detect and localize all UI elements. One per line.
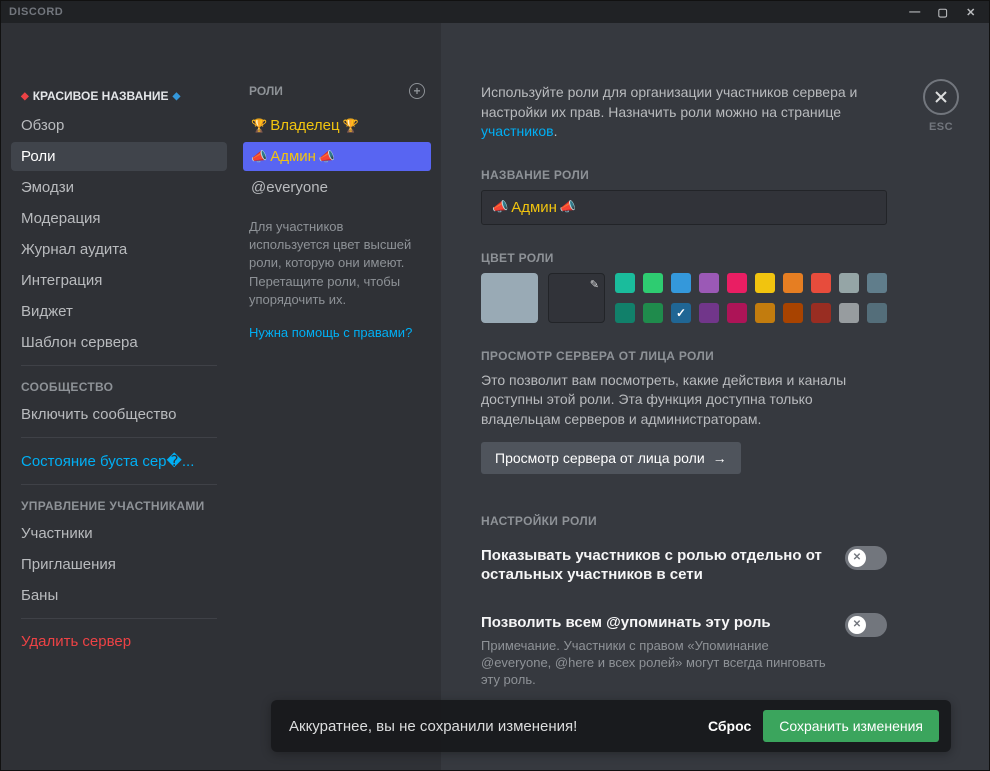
color-swatch[interactable] [727, 303, 747, 323]
role-name-input[interactable]: 📣 Админ 📣 [481, 190, 887, 225]
sidebar-item-emoji[interactable]: Эмодзи [11, 173, 227, 202]
color-swatch[interactable] [839, 303, 859, 323]
setting-hoist-toggle[interactable] [845, 546, 887, 570]
add-role-icon[interactable]: + [409, 83, 425, 99]
view-as-role-button[interactable]: Просмотр сервера от лица роли → [481, 442, 741, 474]
sidebar-item-roles[interactable]: Роли [11, 142, 227, 171]
server-name-header: ◆ КРАСИВОЕ НАЗВАНИЕ ◆ [11, 83, 227, 111]
color-swatch[interactable] [643, 303, 663, 323]
sidebar-item-boost-status[interactable]: Состояние буста сер�... [11, 446, 227, 476]
megaphone-icon: 📣 [560, 199, 576, 215]
color-swatch[interactable] [727, 273, 747, 293]
sidebar-item-audit-log[interactable]: Журнал аудита [11, 235, 227, 264]
community-header: СООБЩЕСТВО [11, 374, 227, 400]
setting-mentionable-note: Примечание. Участники с правом «Упоминан… [481, 638, 833, 689]
roles-intro-text: Используйте роли для организации участни… [481, 83, 949, 142]
setting-hoist-row: Показывать участников с ролью отдельно о… [481, 546, 887, 585]
color-swatches-grid [615, 273, 887, 323]
role-settings-panel: ESC Используйте роли для организации уча… [441, 23, 989, 770]
sidebar-item-moderation[interactable]: Модерация [11, 204, 227, 233]
color-swatch[interactable] [615, 273, 635, 293]
color-custom-picker[interactable]: ✎ [548, 273, 605, 323]
diamond-icon: ◆ [173, 91, 181, 102]
sidebar-item-delete-server[interactable]: Удалить сервер [11, 627, 227, 656]
divider [21, 618, 217, 619]
sidebar-item-integrations[interactable]: Интеграция [11, 266, 227, 295]
color-swatch[interactable] [867, 273, 887, 293]
members-header: УПРАВЛЕНИЕ УЧАСТНИКАМИ [11, 493, 227, 519]
roles-reorder-note: Для участников используется цвет высшей … [243, 218, 431, 309]
megaphone-icon: 📣 [492, 199, 508, 215]
color-swatch[interactable] [755, 303, 775, 323]
color-swatch[interactable] [699, 273, 719, 293]
megaphone-icon: 📣 [251, 149, 267, 165]
setting-mentionable-toggle[interactable] [845, 613, 887, 637]
role-item-everyone[interactable]: @everyone [243, 173, 431, 202]
color-swatch[interactable] [783, 303, 803, 323]
setting-hoist-label: Показывать участников с ролью отдельно о… [481, 546, 845, 585]
sidebar-item-invites[interactable]: Приглашения [11, 550, 227, 579]
minimize-button[interactable]: — [901, 1, 929, 23]
trophy-icon: 🏆 [251, 118, 267, 134]
window-controls: — ▢ ✕ [901, 1, 985, 23]
roles-list-column: РОЛИ + 🏆 Владелец 🏆 📣 Админ 📣 @everyone … [233, 23, 441, 770]
color-swatch[interactable] [867, 303, 887, 323]
diamond-icon: ◆ [21, 91, 29, 102]
color-swatch[interactable] [839, 273, 859, 293]
role-settings-header: НАСТРОЙКИ РОЛИ [481, 514, 949, 528]
sidebar-item-overview[interactable]: Обзор [11, 111, 227, 140]
arrow-right-icon: → [713, 450, 727, 466]
save-changes-button[interactable]: Сохранить изменения [763, 710, 939, 742]
content: ◆ КРАСИВОЕ НАЗВАНИЕ ◆ Обзор Роли Эмодзи … [1, 23, 989, 770]
sidebar-item-enable-community[interactable]: Включить сообщество [11, 400, 227, 429]
role-item-admin[interactable]: 📣 Админ 📣 [243, 142, 431, 171]
color-swatch[interactable] [615, 303, 635, 323]
color-swatch[interactable] [783, 273, 803, 293]
divider [21, 484, 217, 485]
divider [21, 437, 217, 438]
close-window-button[interactable]: ✕ [957, 1, 985, 23]
color-swatch[interactable] [811, 273, 831, 293]
color-swatch[interactable] [671, 303, 691, 323]
members-link[interactable]: участников [481, 123, 554, 139]
pencil-icon: ✎ [590, 278, 599, 291]
color-swatch[interactable] [755, 273, 775, 293]
sidebar-item-members[interactable]: Участники [11, 519, 227, 548]
role-name-label: НАЗВАНИЕ РОЛИ [481, 168, 949, 182]
role-color-picker: ✎ [481, 273, 887, 323]
maximize-button[interactable]: ▢ [929, 1, 957, 23]
sidebar-item-widget[interactable]: Виджет [11, 297, 227, 326]
roles-help-link[interactable]: Нужна помощь с правами? [243, 325, 431, 340]
titlebar: DISCORD — ▢ ✕ [1, 1, 989, 23]
settings-sidebar: ◆ КРАСИВОЕ НАЗВАНИЕ ◆ Обзор Роли Эмодзи … [1, 23, 233, 770]
role-color-label: ЦВЕТ РОЛИ [481, 251, 949, 265]
unsaved-changes-bar: Аккуратнее, вы не сохранили изменения! С… [271, 700, 951, 752]
sidebar-item-bans[interactable]: Баны [11, 581, 227, 610]
setting-mentionable-label: Позволить всем @упоминать эту роль Приме… [481, 613, 845, 689]
view-as-role-label: ПРОСМОТР СЕРВЕРА ОТ ЛИЦА РОЛИ [481, 349, 949, 363]
app-window: DISCORD — ▢ ✕ ◆ КРАСИВОЕ НАЗВАНИЕ ◆ Обзо… [0, 0, 990, 771]
color-swatch[interactable] [699, 303, 719, 323]
unsaved-message: Аккуратнее, вы не сохранили изменения! [289, 718, 577, 735]
megaphone-icon: 📣 [319, 149, 335, 165]
reset-button[interactable]: Сброс [708, 718, 751, 734]
close-settings-button[interactable]: ESC [923, 79, 959, 133]
app-name: DISCORD [9, 6, 63, 18]
sidebar-item-template[interactable]: Шаблон сервера [11, 328, 227, 357]
setting-mentionable-row: Позволить всем @упоминать эту роль Приме… [481, 613, 887, 689]
color-swatch[interactable] [643, 273, 663, 293]
close-icon [923, 79, 959, 115]
role-item-owner[interactable]: 🏆 Владелец 🏆 [243, 111, 431, 140]
color-swatch[interactable] [811, 303, 831, 323]
trophy-icon: 🏆 [343, 118, 359, 134]
color-preview-swatch[interactable] [481, 273, 538, 323]
divider [21, 365, 217, 366]
view-as-role-desc: Это позволит вам посмотреть, какие дейст… [481, 371, 887, 430]
color-swatch[interactable] [671, 273, 691, 293]
roles-list-header: РОЛИ + [243, 83, 431, 111]
